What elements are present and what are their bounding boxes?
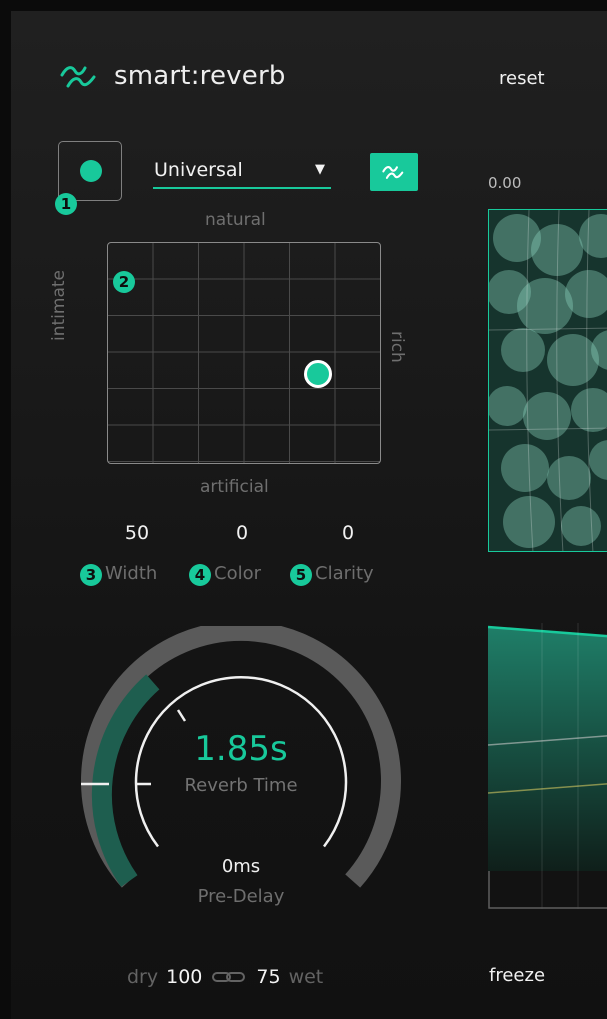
reverb-time-value: 1.85s	[194, 729, 288, 769]
visualization-bubbles	[489, 210, 607, 551]
wet-value[interactable]: 75	[256, 966, 280, 988]
axis-label-left: intimate	[49, 270, 69, 341]
dry-label: dry	[127, 966, 159, 988]
preset-selected: Universal	[154, 159, 243, 181]
predelay-value: 0ms	[221, 856, 261, 877]
eq-curve	[488, 623, 607, 909]
logo: smart:reverb	[58, 61, 286, 91]
badge-2: 2	[113, 271, 135, 293]
top-readout: 0.00	[488, 174, 522, 192]
freeze-button[interactable]: freeze	[489, 965, 545, 986]
badge-4: 4	[189, 564, 211, 586]
xy-pad-handle[interactable]	[304, 360, 332, 388]
dry-value[interactable]: 100	[166, 966, 202, 988]
axis-label-bottom: artificial	[200, 477, 269, 497]
badge-5: 5	[290, 564, 312, 586]
clarity-value: 0	[341, 522, 355, 544]
axis-label-top: natural	[205, 210, 266, 230]
width-value: 50	[124, 522, 150, 544]
caret-down-icon: ▼	[315, 162, 325, 177]
chain-link-icon[interactable]	[210, 968, 248, 986]
record-button[interactable]	[58, 141, 122, 201]
wet-label: wet	[288, 966, 324, 988]
badge-3: 3	[80, 564, 102, 586]
axis-label-right: rich	[387, 331, 407, 363]
xy-pad[interactable]	[107, 242, 381, 464]
badge-1: 1	[55, 193, 77, 215]
knob-tick	[176, 709, 187, 722]
reverb-visualization	[488, 209, 607, 552]
smart-waves-icon	[60, 66, 96, 88]
smart-button[interactable]	[370, 153, 418, 191]
predelay-label: Pre-Delay	[197, 886, 285, 907]
reverb-time-label: Reverb Time	[184, 775, 298, 796]
app-title: smart:reverb	[114, 61, 286, 91]
smart-waves-icon	[382, 166, 404, 179]
color-label[interactable]: Color	[214, 563, 261, 584]
plugin-window: smart:reverb reset 1 Universal ▼ 0.00 na…	[11, 11, 607, 1019]
preset-dropdown[interactable]: Universal ▼	[153, 157, 331, 189]
record-dot-icon	[80, 160, 102, 182]
reset-button[interactable]: reset	[499, 68, 545, 89]
clarity-label[interactable]: Clarity	[315, 563, 374, 584]
eq-curve-display	[488, 623, 607, 909]
width-label[interactable]: Width	[105, 563, 157, 584]
color-value: 0	[235, 522, 249, 544]
dry-wet-control[interactable]: dry 100 75 wet	[127, 966, 323, 988]
